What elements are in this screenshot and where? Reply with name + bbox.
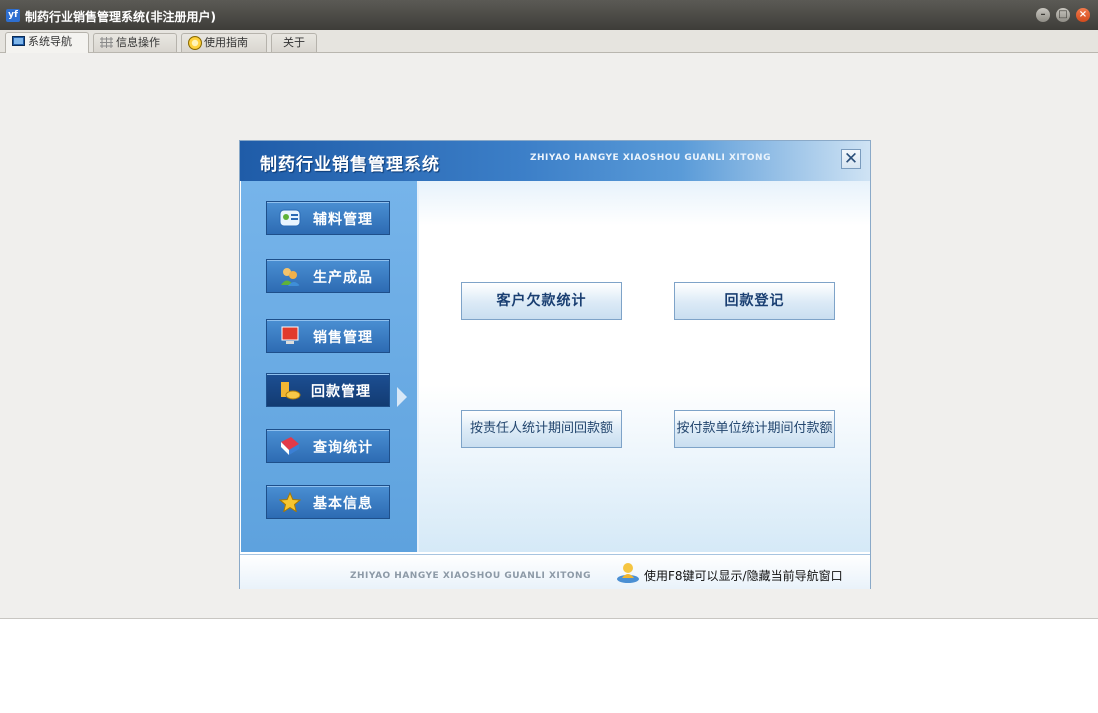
book-icon	[281, 437, 299, 455]
tab-user-guide[interactable]: 使用指南	[181, 33, 267, 52]
content-panel: 客户欠款统计 回款登记 按责任人统计期间回款额 按付款单位统计期间付款额	[419, 181, 870, 552]
monitor-icon	[281, 326, 299, 344]
user-hint-icon	[617, 563, 639, 583]
stats-by-payer-button[interactable]: 按付款单位统计期间付款额	[674, 410, 835, 448]
sidebar-item-label: 基本信息	[313, 496, 373, 512]
sidebar-item-materials[interactable]: 辅料管理	[266, 201, 390, 235]
tab-about[interactable]: 关于	[271, 33, 317, 52]
tab-info-ops[interactable]: 信息操作	[93, 33, 177, 52]
sidebar-item-payment[interactable]: 回款管理	[266, 373, 390, 407]
sidebar-item-sales[interactable]: 销售管理	[266, 319, 390, 353]
window-title: 制药行业销售管理系统(非注册用户)	[25, 10, 216, 24]
tab-system-nav[interactable]: 系统导航	[5, 32, 89, 53]
materials-icon	[279, 209, 301, 227]
dialog-footer: ZHIYAO HANGYE XIAOSHOU GUANLI XITONG 使用F…	[240, 554, 870, 589]
tab-bar: 系统导航 信息操作 使用指南 关于	[0, 30, 1098, 53]
sidebar-item-label: 辅料管理	[313, 212, 373, 228]
sidebar-item-label: 生产成品	[313, 270, 373, 286]
stats-by-responsible-button[interactable]: 按责任人统计期间回款额	[461, 410, 622, 448]
dialog-subtitle: ZHIYAO HANGYE XIAOSHOU GUANLI XITONG	[530, 153, 771, 163]
monitor-icon	[12, 36, 25, 46]
sidebar-item-production[interactable]: 生产成品	[266, 259, 390, 293]
main-window: yf 制药行业销售管理系统(非注册用户) – □ × 系统导航 信息操作 使用指…	[0, 0, 1098, 619]
sidebar-item-label: 回款管理	[311, 384, 371, 400]
app-logo: yf	[6, 9, 20, 22]
active-arrow-icon	[397, 387, 407, 407]
users-icon	[281, 268, 300, 286]
sidebar-item-label: 查询统计	[313, 440, 373, 456]
dialog-close-button[interactable]: ✕	[841, 149, 861, 169]
tab-label: 使用指南	[204, 36, 248, 49]
tab-label: 系统导航	[28, 35, 72, 48]
sidebar-item-label: 销售管理	[313, 330, 373, 346]
coins-icon	[281, 382, 301, 400]
sidebar-item-basic-info[interactable]: 基本信息	[266, 485, 390, 519]
dialog-title: 制药行业销售管理系统	[260, 155, 440, 175]
sidebar: 辅料管理 生产成品 销售管理 回款管理 查询统计 基本信息	[241, 181, 419, 552]
grid-icon	[100, 37, 113, 48]
help-circle-icon	[188, 36, 202, 50]
star-icon	[279, 492, 301, 512]
close-button[interactable]: ×	[1076, 8, 1090, 22]
sidebar-item-query[interactable]: 查询统计	[266, 429, 390, 463]
navigation-dialog: 制药行业销售管理系统 ZHIYAO HANGYE XIAOSHOU GUANLI…	[239, 140, 871, 589]
title-bar: yf 制药行业销售管理系统(非注册用户) – □ ×	[0, 0, 1098, 30]
tab-label: 关于	[283, 36, 305, 49]
hint-text: 使用F8键可以显示/隐藏当前导航窗口	[644, 569, 843, 583]
tab-label: 信息操作	[116, 36, 160, 49]
dialog-header: 制药行业销售管理系统 ZHIYAO HANGYE XIAOSHOU GUANLI…	[240, 141, 870, 181]
minimize-button[interactable]: –	[1036, 8, 1050, 22]
customer-debt-stats-button[interactable]: 客户欠款统计	[461, 282, 622, 320]
footer-subtitle: ZHIYAO HANGYE XIAOSHOU GUANLI XITONG	[350, 571, 591, 581]
maximize-button[interactable]: □	[1056, 8, 1070, 22]
payment-register-button[interactable]: 回款登记	[674, 282, 835, 320]
